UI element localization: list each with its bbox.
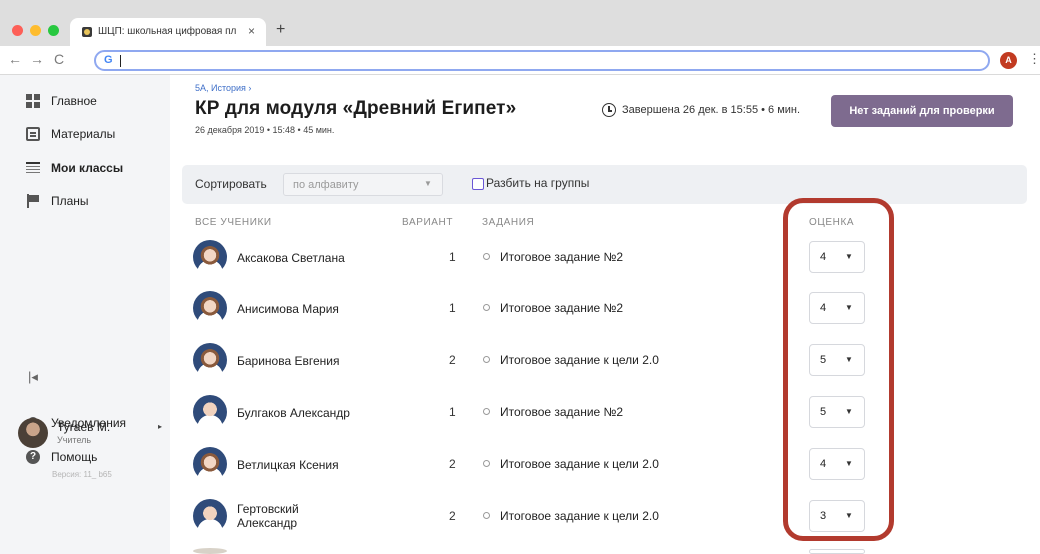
- task-status-icon: [483, 356, 490, 363]
- clock-icon: [602, 103, 616, 117]
- task-name[interactable]: Итоговое задание №2: [500, 405, 623, 419]
- sidebar-item-home[interactable]: Главное: [26, 92, 97, 110]
- chevron-down-icon: ▼: [424, 179, 432, 188]
- student-name[interactable]: Гертовский Александр: [237, 502, 299, 530]
- student-name[interactable]: Анисимова Мария: [237, 302, 339, 316]
- sort-select-value: по алфавиту: [293, 179, 359, 191]
- browser-tabstrip: ШЦП: школьная цифровая пл × +: [0, 0, 1040, 46]
- column-header-students: ВСЕ УЧЕНИКИ: [195, 217, 272, 228]
- task-name[interactable]: Итоговое задание к цели 2.0: [500, 353, 659, 367]
- task-status-icon: [483, 512, 490, 519]
- variant-number: 2: [449, 353, 456, 367]
- student-avatar: [193, 548, 227, 554]
- student-avatar: [193, 499, 227, 533]
- task-name[interactable]: Итоговое задание №2: [500, 250, 623, 264]
- variant-number: 1: [449, 250, 456, 264]
- back-arrow-icon[interactable]: ←: [8, 51, 22, 67]
- group-checkbox[interactable]: [472, 178, 484, 190]
- dashboard-icon: [26, 94, 40, 108]
- text-caret: [120, 55, 121, 67]
- sidebar-item-label: Планы: [51, 194, 89, 208]
- minimize-window-button[interactable]: [30, 25, 41, 36]
- google-icon: G: [104, 54, 113, 66]
- table-icon: [26, 161, 40, 175]
- sort-select[interactable]: по алфавиту ▼: [283, 173, 443, 196]
- sidebar-item-plans[interactable]: Планы: [26, 192, 89, 210]
- page-subtitle: 26 декабря 2019 • 15:48 • 45 мин.: [195, 125, 335, 135]
- maximize-window-button[interactable]: [48, 25, 59, 36]
- status-completed: Завершена 26 дек. в 15:55 • 6 мин.: [602, 103, 800, 117]
- student-avatar: [193, 447, 227, 481]
- tab-title: ШЦП: школьная цифровая пл: [98, 26, 237, 37]
- student-avatar: [193, 291, 227, 325]
- task-status-icon: [483, 304, 490, 311]
- grade-column-highlight: [783, 198, 894, 541]
- task-name[interactable]: Итоговое задание №2: [500, 301, 623, 315]
- task-status-icon: [483, 253, 490, 260]
- status-text: Завершена 26 дек. в 15:55 • 6 мин.: [622, 104, 801, 116]
- sidebar-item-label: Главное: [51, 94, 97, 108]
- clipboard-icon: [26, 127, 40, 141]
- flag-icon: [26, 194, 40, 208]
- variant-number: 2: [449, 457, 456, 471]
- sort-label: Сортировать: [195, 177, 267, 191]
- user-role: Учитель: [57, 435, 92, 445]
- student-name[interactable]: Булгаков Александр: [237, 406, 350, 420]
- sidebar-item-label: Мои классы: [51, 161, 124, 175]
- browser-tab[interactable]: ШЦП: школьная цифровая пл ×: [70, 18, 266, 46]
- new-tab-button[interactable]: +: [276, 21, 285, 39]
- task-status-icon: [483, 460, 490, 467]
- page-title: КР для модуля «Древний Египет»: [195, 98, 517, 119]
- browser-menu-icon[interactable]: ⋮: [1028, 51, 1040, 67]
- variant-number: 1: [449, 301, 456, 315]
- profile-avatar[interactable]: A: [1000, 52, 1017, 69]
- review-tasks-button[interactable]: Нет заданий для проверки: [831, 95, 1013, 127]
- group-checkbox-label[interactable]: Разбить на группы: [486, 176, 589, 190]
- sidebar-item-label: Материалы: [51, 127, 116, 141]
- student-name-line1: Гертовский: [237, 502, 299, 516]
- student-name-line2: Александр: [237, 516, 298, 530]
- sidebar-item-my-classes[interactable]: Мои классы: [26, 159, 123, 177]
- column-header-variant: ВАРИАНТ: [402, 217, 454, 228]
- variant-number: 2: [449, 509, 456, 523]
- student-name[interactable]: Ветлицкая Ксения: [237, 458, 339, 472]
- student-avatar: [193, 343, 227, 377]
- task-name[interactable]: Итоговое задание к цели 2.0: [500, 509, 659, 523]
- student-name[interactable]: Аксакова Светлана: [237, 251, 345, 265]
- sidebar-item-materials[interactable]: Материалы: [26, 125, 115, 143]
- variant-number: 1: [449, 405, 456, 419]
- student-name[interactable]: Баринова Евгения: [237, 354, 339, 368]
- student-avatar: [193, 240, 227, 274]
- reload-icon[interactable]: C: [54, 51, 64, 67]
- student-avatar: [193, 395, 227, 429]
- site-favicon-icon: [82, 27, 92, 37]
- breadcrumb[interactable]: 5А, История ›: [195, 83, 251, 93]
- filter-bar: Сортировать по алфавиту ▼ Разбить на гру…: [182, 165, 1027, 204]
- task-status-icon: [483, 408, 490, 415]
- column-header-tasks: ЗАДАНИЯ: [482, 217, 535, 228]
- close-window-button[interactable]: [12, 25, 23, 36]
- address-bar[interactable]: G: [94, 50, 990, 71]
- tab-close-icon[interactable]: ×: [248, 24, 255, 38]
- grade-select[interactable]: [809, 549, 865, 554]
- task-name[interactable]: Итоговое задание к цели 2.0: [500, 457, 659, 471]
- browser-toolbar: ← → C G A ⋮: [0, 46, 1040, 75]
- forward-arrow-icon[interactable]: →: [30, 51, 44, 67]
